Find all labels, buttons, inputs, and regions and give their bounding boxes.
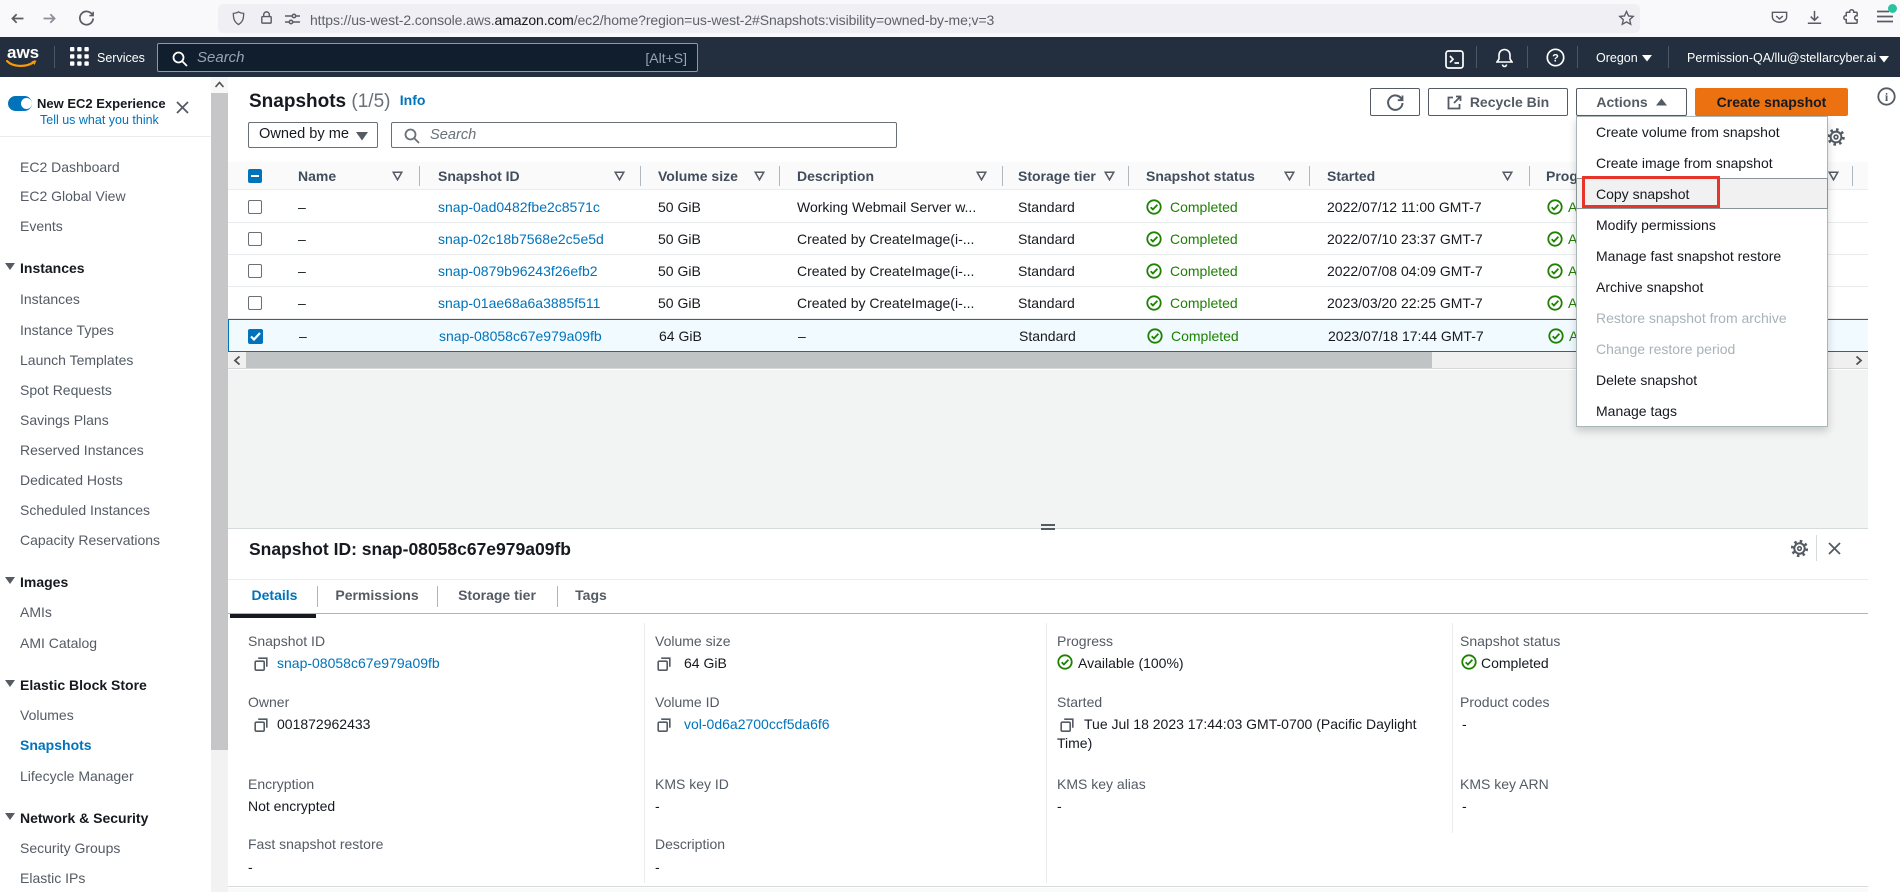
svg-text:i: i: [1885, 90, 1889, 104]
svg-text:?: ?: [1552, 53, 1559, 65]
